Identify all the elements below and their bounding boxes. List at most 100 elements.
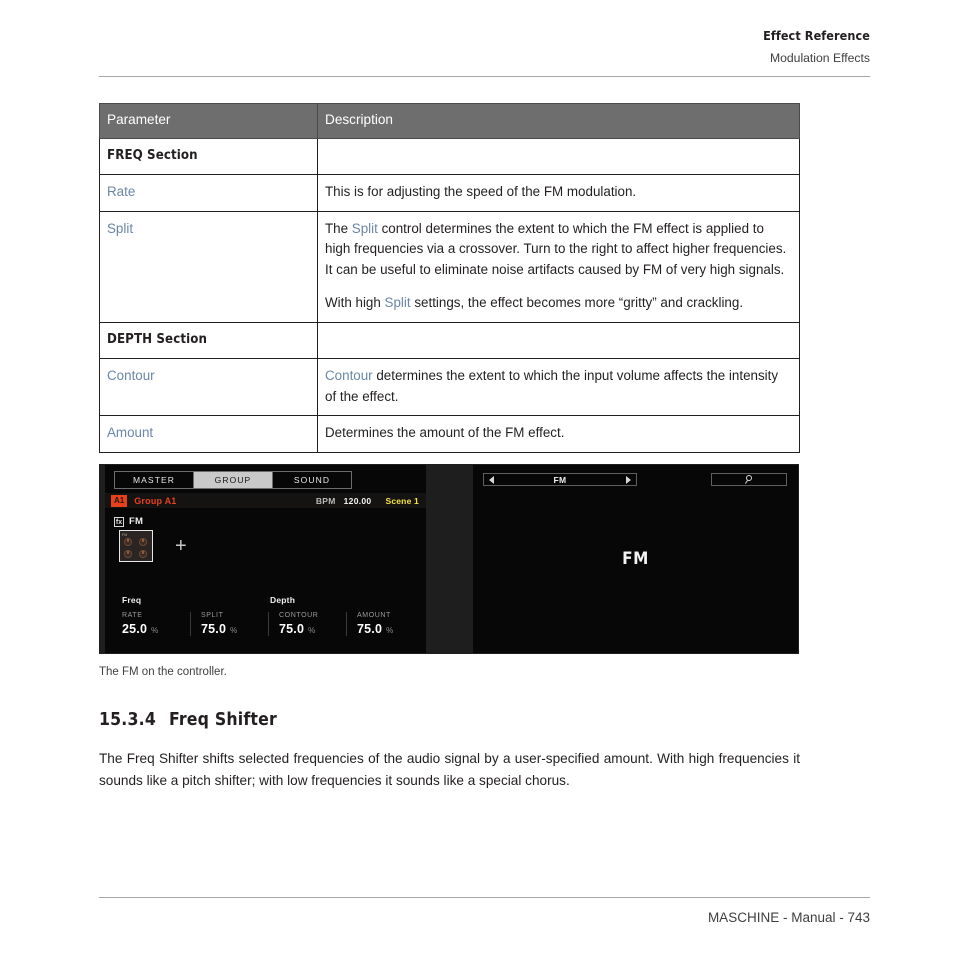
table-cell-parameter: Contour bbox=[99, 358, 318, 416]
param-value-contour-number: 75.0 bbox=[279, 622, 305, 636]
group-info-bar: A1 Group A1 BPM 120.00 Scene 1 bbox=[105, 493, 426, 508]
table-row: DEPTH Section bbox=[99, 321, 800, 359]
param-value-rate-number: 25.0 bbox=[122, 622, 148, 636]
table-cell-description: Determines the amount of the FM effect. bbox=[317, 415, 800, 453]
triangle-right-icon[interactable] bbox=[626, 475, 631, 484]
plugin-thumbnail-knobs bbox=[122, 538, 150, 560]
param-unit-contour: % bbox=[308, 626, 316, 635]
tab-sound[interactable]: SOUND bbox=[273, 472, 351, 488]
column-header-description: Description bbox=[317, 103, 800, 139]
table-row: FREQ Section bbox=[99, 137, 800, 175]
section-title: Freq Shifter bbox=[169, 710, 277, 730]
table-cell-description: This is for adjusting the speed of the F… bbox=[317, 174, 800, 212]
browse-bar[interactable]: FM bbox=[483, 473, 637, 486]
table-cell-parameter: DEPTH Section bbox=[99, 321, 318, 359]
param-label-amount: AMOUNT bbox=[357, 612, 391, 619]
knob-icon bbox=[122, 550, 133, 560]
param-value-rate: 25.0% bbox=[122, 622, 190, 636]
knob-icon bbox=[122, 538, 133, 548]
description-text: determines the extent to which the input… bbox=[325, 368, 779, 404]
page-header: Effect Reference Modulation Effects bbox=[99, 28, 870, 66]
section-heading: 15.3.4 Freq Shifter bbox=[99, 710, 277, 730]
display-gap bbox=[426, 464, 473, 654]
knob-icon bbox=[138, 538, 149, 548]
figure-caption: The FM on the controller. bbox=[99, 666, 227, 678]
description-paragraph: With high Split settings, the effect bec… bbox=[325, 293, 791, 314]
group-badge[interactable]: A1 bbox=[111, 494, 128, 507]
description-text: settings, the effect becomes more “gritt… bbox=[410, 295, 744, 310]
param-value-split: 75.0% bbox=[201, 622, 268, 636]
parameter-reference: Contour bbox=[325, 368, 373, 383]
description-paragraph: The Split control determines the extent … bbox=[325, 219, 791, 281]
table-cell-parameter: FREQ Section bbox=[99, 137, 318, 175]
param-label-rate: RATE bbox=[122, 612, 143, 619]
plugin-thumbnail[interactable]: FM bbox=[119, 530, 153, 562]
table-header-row: Parameter Description bbox=[99, 103, 800, 139]
table-row: Contour Contour determines the extent to … bbox=[99, 358, 800, 416]
header-divider bbox=[99, 76, 870, 77]
description-paragraph: This is for adjusting the speed of the F… bbox=[325, 182, 791, 203]
header-title: Effect Reference bbox=[763, 28, 870, 43]
controller-figure: MASTER GROUP SOUND A1 Group A1 BPM 120.0… bbox=[99, 464, 799, 654]
param-value-amount-number: 75.0 bbox=[357, 622, 383, 636]
effect-name-display: FM bbox=[622, 549, 649, 569]
group-name[interactable]: Group A1 bbox=[134, 496, 176, 506]
controller-left-display: MASTER GROUP SOUND A1 Group A1 BPM 120.0… bbox=[105, 465, 426, 653]
tab-group[interactable]: GROUP bbox=[194, 472, 273, 488]
table-cell-description bbox=[317, 321, 800, 359]
param-cell-rate[interactable]: RATE 25.0% bbox=[105, 612, 190, 636]
table-cell-description: The Split control determines the extent … bbox=[317, 210, 800, 323]
table-body: FREQ Section Rate This is for adjusting th… bbox=[99, 137, 800, 453]
table-row: Rate This is for adjusting the speed of t… bbox=[99, 174, 800, 212]
parameter-reference: Split bbox=[384, 295, 411, 310]
knob-icon bbox=[138, 550, 149, 560]
description-paragraph: Determines the amount of the FM effect. bbox=[325, 423, 791, 444]
table-cell-parameter: Amount bbox=[99, 415, 318, 453]
section-label-freq: Freq bbox=[122, 595, 142, 605]
parameter-name: Split bbox=[107, 220, 134, 236]
fx-icon: fx bbox=[114, 516, 124, 527]
plugin-thumbnail-title: FM bbox=[122, 533, 128, 537]
parameter-reference-table: Parameter Description FREQ Section Rate Th… bbox=[99, 103, 800, 453]
param-unit-amount: % bbox=[386, 626, 394, 635]
param-value-amount: 75.0% bbox=[357, 622, 424, 636]
plugin-slot-name[interactable]: FM bbox=[129, 516, 143, 527]
search-button[interactable] bbox=[711, 473, 787, 486]
param-cell-amount[interactable]: AMOUNT 75.0% bbox=[346, 612, 424, 636]
table-cell-description bbox=[317, 137, 800, 175]
param-unit-rate: % bbox=[151, 626, 159, 635]
section-label-depth: Depth bbox=[270, 595, 296, 605]
display-tab-bar[interactable]: MASTER GROUP SOUND bbox=[114, 471, 352, 489]
parameter-name: Amount bbox=[107, 425, 154, 440]
description-text: With high bbox=[325, 295, 385, 310]
parameter-cells: RATE 25.0% SPLIT 75.0% CONTOUR 75.0% AMO… bbox=[105, 612, 426, 636]
section-body-text: The Freq Shifter shifts selected frequen… bbox=[99, 751, 800, 788]
bpm-value[interactable]: 120.00 bbox=[344, 496, 372, 506]
param-cell-contour[interactable]: CONTOUR 75.0% bbox=[268, 612, 346, 636]
description-paragraph: Contour determines the extent to which t… bbox=[325, 366, 791, 407]
scene-value[interactable]: Scene 1 bbox=[385, 496, 419, 506]
table-row: Amount Determines the amount of the FM ef… bbox=[99, 415, 800, 453]
table-cell-parameter: Rate bbox=[99, 174, 318, 212]
table-cell-parameter: Split bbox=[99, 210, 318, 323]
page-footer: MASCHINE - Manual - 743 bbox=[707, 910, 870, 925]
table-row: Split The Split control determines the ex… bbox=[99, 210, 800, 323]
param-unit-split: % bbox=[230, 626, 238, 635]
parameter-strip: Freq Depth RATE 25.0% SPLIT 75.0% CONTOU… bbox=[105, 595, 426, 653]
add-plugin-icon[interactable]: + bbox=[175, 536, 187, 556]
section-number: 15.3.4 bbox=[99, 710, 156, 730]
parameter-reference: Split bbox=[351, 220, 378, 236]
parameter-section-labels: Freq Depth bbox=[105, 595, 426, 605]
table-cell-description: Contour determines the extent to which t… bbox=[317, 358, 800, 416]
description-text: control determines the extent to which t… bbox=[325, 220, 787, 277]
param-value-split-number: 75.0 bbox=[201, 622, 227, 636]
param-value-contour: 75.0% bbox=[279, 622, 346, 636]
plugin-slot-header: fx FM bbox=[114, 516, 143, 527]
description-text: The bbox=[325, 220, 352, 236]
controller-right-display: FM FM bbox=[473, 465, 798, 653]
description-text: Determines the amount of the FM effect. bbox=[325, 425, 565, 440]
bpm-label: BPM bbox=[315, 495, 336, 506]
magnifier-icon bbox=[744, 475, 754, 484]
tab-master[interactable]: MASTER bbox=[115, 472, 194, 488]
param-cell-split[interactable]: SPLIT 75.0% bbox=[190, 612, 268, 636]
